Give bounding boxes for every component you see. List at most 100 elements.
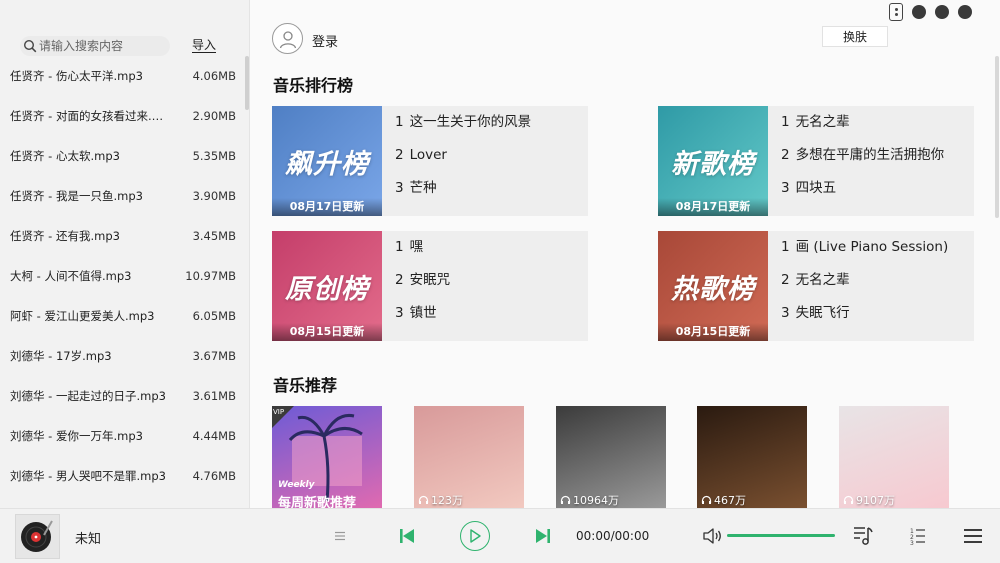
volume-button[interactable] [702, 526, 722, 546]
file-size: 4.06MB [192, 69, 236, 83]
ranking-song[interactable]: 1 这一生关于你的风景 [395, 112, 588, 145]
play-button[interactable] [460, 521, 490, 551]
file-list-item[interactable]: 任贤齐 - 心太软.mp3 5.35MB [0, 136, 244, 176]
ranking-song[interactable]: 2 安眠咒 [395, 270, 588, 303]
search-input[interactable] [39, 39, 167, 53]
volume-slider[interactable] [727, 534, 835, 537]
user-avatar[interactable] [272, 23, 303, 54]
file-list-item[interactable]: 任贤齐 - 我是一只鱼.mp3 3.90MB [0, 176, 244, 216]
song-rank: 2 [781, 272, 790, 288]
user-icon [279, 30, 296, 48]
file-name: 阿虾 - 爱江山更爱美人.mp3 [10, 309, 155, 323]
song-rank: 2 [395, 147, 404, 163]
recommend-playlist-card[interactable]: 467万 [697, 406, 807, 508]
sidebar-scrollbar[interactable] [245, 56, 249, 110]
file-name: 刘德华 - 爱你一万年.mp3 [10, 429, 143, 443]
song-rank: 3 [781, 180, 790, 196]
ranking-cover[interactable]: 飙升榜 08月17日更新 [272, 106, 382, 216]
song-title: 嘿 [409, 239, 424, 255]
sequence-icon: 1 2 3 [910, 528, 925, 545]
minimize-button[interactable] [912, 5, 926, 19]
weekly-label: Weekly [278, 480, 315, 490]
ranking-update-date: 08月17日更新 [658, 198, 768, 216]
speaker-icon [703, 528, 721, 544]
file-list-item[interactable]: 刘德华 - 17岁.mp3 3.67MB [0, 336, 244, 376]
song-title: 安眠咒 [409, 272, 451, 288]
album-art[interactable] [15, 514, 60, 559]
main-scrollbar[interactable] [995, 56, 999, 218]
close-button[interactable] [958, 5, 972, 19]
previous-icon [400, 529, 414, 543]
file-name: 大柯 - 人间不值得.mp3 [10, 269, 132, 283]
ranking-cover[interactable]: 热歌榜 08月15日更新 [658, 231, 768, 341]
file-list-item[interactable]: 刘德华 - 男人哭吧不是罪.mp3 4.76MB [0, 456, 244, 496]
ranking-card[interactable]: 原创榜 08月15日更新 1 嘿 2 安眠咒 3 镇世 [272, 231, 588, 341]
recommend-playlist-card[interactable]: 9107万 [839, 406, 949, 508]
ranking-song[interactable]: 3 镇世 [395, 303, 588, 336]
play-count: 467万 [701, 492, 746, 508]
search-box[interactable] [20, 36, 170, 56]
recommend-playlist-card[interactable]: 123万 [414, 406, 524, 508]
file-size: 3.45MB [192, 229, 236, 243]
song-title: 画 (Live Piano Session) [795, 239, 949, 255]
song-rank: 3 [781, 305, 790, 321]
playlist-icon[interactable] [333, 528, 347, 544]
ranking-song[interactable]: 2 Lover [395, 145, 588, 178]
ranking-card[interactable]: 新歌榜 08月17日更新 1 无名之辈 2 多想在平庸的生活拥抱你 3 四块五 [658, 106, 974, 216]
ranking-song[interactable]: 2 无名之辈 [781, 270, 974, 303]
ranking-card[interactable]: 飙升榜 08月17日更新 1 这一生关于你的风景 2 Lover 3 芒种 [272, 106, 588, 216]
import-button[interactable]: 导入 [192, 38, 217, 53]
login-link[interactable]: 登录 [312, 31, 338, 50]
ranking-song[interactable]: 3 失眠飞行 [781, 303, 974, 336]
ranking-cover[interactable]: 原创榜 08月15日更新 [272, 231, 382, 341]
ranking-song[interactable]: 2 多想在平庸的生活拥抱你 [781, 145, 974, 178]
song-rank: 3 [395, 305, 404, 321]
play-count: 123万 [418, 492, 463, 508]
song-title: 无名之辈 [795, 272, 850, 288]
ranking-song[interactable]: 1 无名之辈 [781, 112, 974, 145]
song-title: 无名之辈 [795, 114, 850, 130]
file-list-item[interactable]: 刘德华 - 爱你一万年.mp3 4.44MB [0, 416, 244, 456]
next-track-button[interactable] [534, 526, 552, 546]
ranking-song[interactable]: 3 四块五 [781, 178, 974, 211]
sidebar: 导入 任贤齐 - 伤心太平洋.mp3 4.06MB 任贤齐 - 对面的女孩看过来.m… [0, 0, 250, 508]
play-mode-button[interactable]: 1 2 3 [908, 526, 928, 546]
lyrics-button[interactable] [852, 524, 874, 546]
file-list-item[interactable]: 大柯 - 人间不值得.mp3 10.97MB [0, 256, 244, 296]
mini-mode-icon[interactable] [889, 3, 903, 21]
file-name: 任贤齐 - 心太软.mp3 [10, 149, 120, 163]
file-size: 4.44MB [192, 429, 236, 443]
ranking-song[interactable]: 3 芒种 [395, 178, 588, 211]
file-list-item[interactable]: 任贤齐 - 还有我.mp3 3.45MB [0, 216, 244, 256]
music-list-icon [854, 527, 873, 545]
file-list-item[interactable]: 任贤齐 - 伤心太平洋.mp3 4.06MB [0, 56, 244, 96]
song-title: 镇世 [409, 305, 437, 321]
song-title: 多想在平庸的生活拥抱你 [795, 147, 945, 163]
recommend-playlist-card[interactable]: 10964万 [556, 406, 666, 508]
play-count-value: 123万 [431, 494, 463, 507]
maximize-button[interactable] [935, 5, 949, 19]
play-count: 9107万 [843, 492, 895, 508]
ranking-song-list: 1 嘿 2 安眠咒 3 镇世 [382, 231, 588, 341]
file-size: 10.97MB [185, 269, 236, 283]
ranking-card[interactable]: 热歌榜 08月15日更新 1 画 (Live Piano Session) 2 无名之辈 3… [658, 231, 974, 341]
ranking-song[interactable]: 1 画 (Live Piano Session) [781, 237, 974, 270]
ranking-song[interactable]: 1嘿 [395, 237, 588, 270]
file-size: 3.61MB [192, 389, 236, 403]
recommend-playlist-card[interactable]: VIP Weekly 每周新歌推荐 [272, 406, 382, 508]
file-name: 任贤齐 - 伤心太平洋.mp3 [10, 69, 143, 83]
previous-track-button[interactable] [398, 526, 416, 546]
file-name: 任贤齐 - 还有我.mp3 [10, 229, 120, 243]
song-rank: 2 [395, 272, 404, 288]
skin-button[interactable]: 换肤 [822, 26, 888, 47]
file-list-item[interactable]: 刘德华 - 一起走过的日子.mp3 3.61MB [0, 376, 244, 416]
song-title: 四块五 [795, 180, 837, 196]
menu-button[interactable] [962, 526, 984, 546]
file-list-item[interactable]: 任贤齐 - 对面的女孩看过来.mp3 2.90MB [0, 96, 244, 136]
file-name: 刘德华 - 男人哭吧不是罪.mp3 [10, 469, 166, 483]
song-rank: 1 [395, 239, 404, 255]
play-count: 10964万 [560, 492, 619, 508]
file-list-item[interactable]: 阿虾 - 爱江山更爱美人.mp3 6.05MB [0, 296, 244, 336]
ranking-cover[interactable]: 新歌榜 08月17日更新 [658, 106, 768, 216]
play-count-value: 10964万 [573, 494, 619, 507]
